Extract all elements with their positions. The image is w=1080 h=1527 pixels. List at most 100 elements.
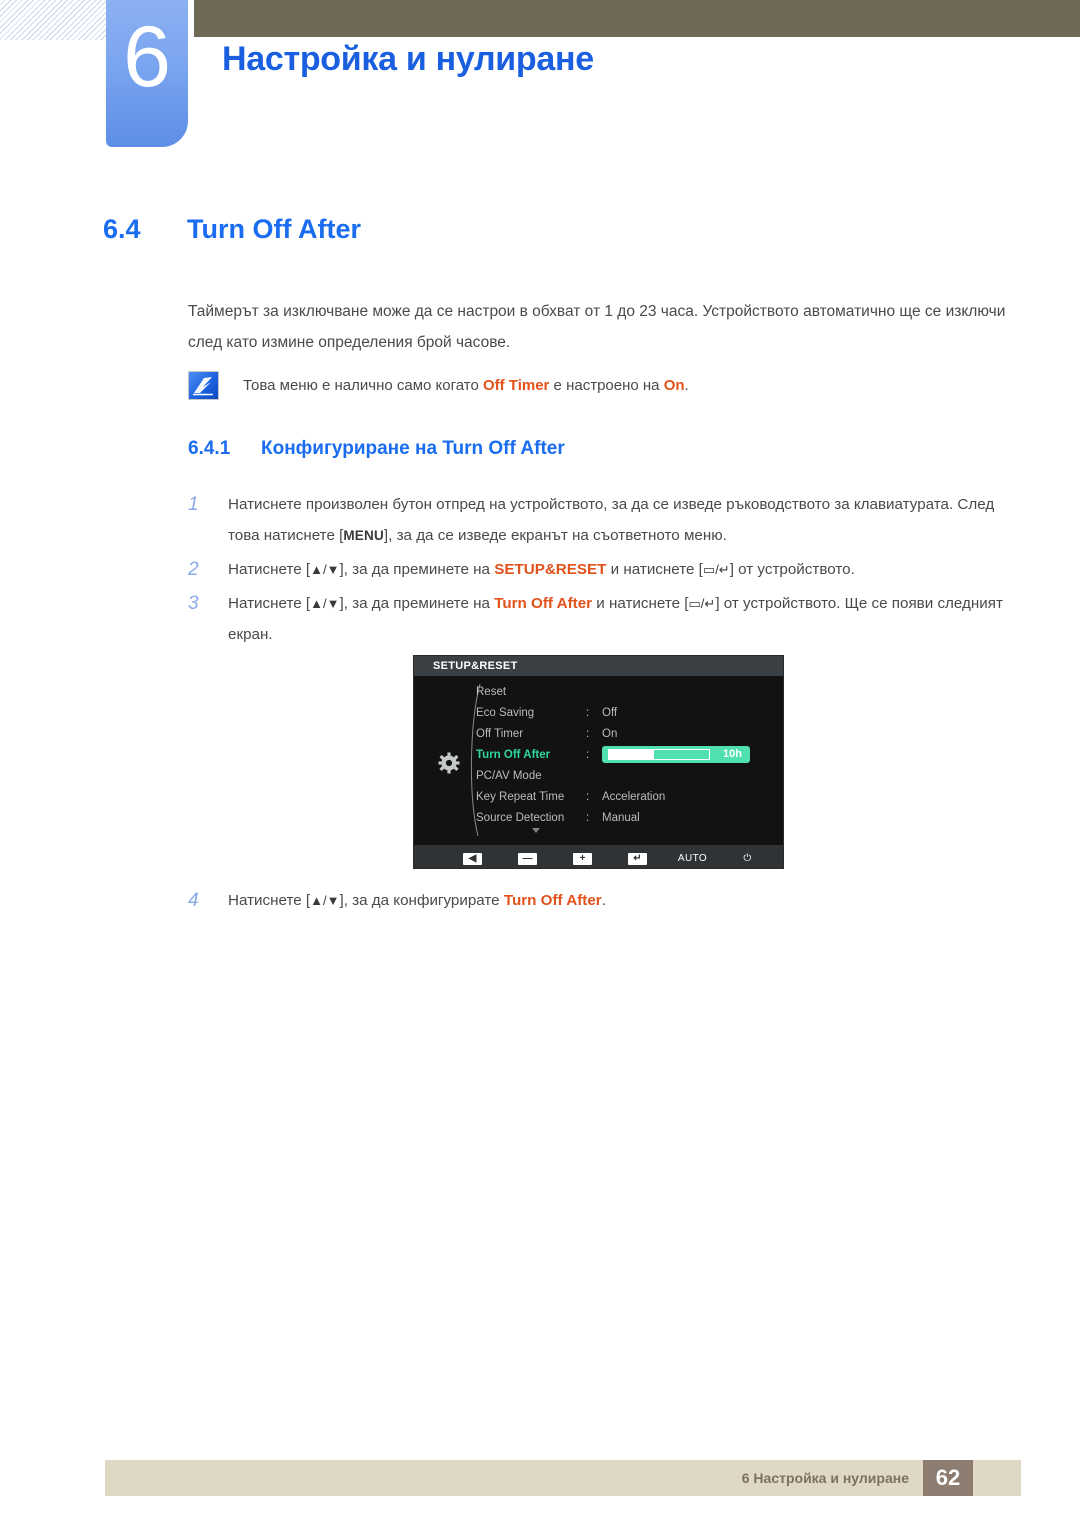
auto-button[interactable]: AUTO (665, 848, 720, 866)
step-item: 3 Натиснете [▲/▼], за да преминете на Tu… (188, 588, 1008, 650)
updown-arrow-icon: ▲/▼ (310, 596, 340, 611)
osd-item-label: Reset (476, 686, 507, 698)
enter-button[interactable]: ↵ (610, 848, 665, 866)
note-highlight-on: On (663, 377, 685, 394)
highlight-term: SETUP&RESET (494, 561, 607, 578)
osd-title: SETUP&RESET (414, 656, 783, 676)
step-text-run: ] от устройството. (729, 561, 855, 578)
gear-icon (438, 752, 460, 774)
osd-scroll-down-caret[interactable] (532, 828, 540, 833)
step-text-run: ], за да се изведе екранът на съответнот… (383, 527, 727, 544)
osd-item-colon: : (586, 812, 590, 824)
updown-arrow-icon: ▲/▼ (310, 562, 340, 577)
intro-paragraph: Таймерът за изключване може да се настро… (188, 303, 1006, 351)
osd-item-colon: : (586, 707, 590, 719)
note-prefix: Това меню е налично само когато (243, 377, 483, 394)
osd-item-value: Off (602, 707, 618, 719)
menu-key-label: MENU (343, 528, 384, 543)
step-marker: 1 (188, 494, 199, 515)
minus-button[interactable]: — (500, 848, 555, 866)
chapter-title: Настройка и нулиране (222, 40, 594, 78)
osd-item-label: PC/AV Mode (476, 770, 542, 782)
section-number: 6.4 (103, 214, 141, 244)
osd-item-label: Turn Off After (476, 749, 551, 761)
highlight-term: Turn Off After (494, 595, 593, 612)
osd-item-colon: : (586, 749, 590, 761)
auto-icon: AUTO (677, 852, 708, 864)
page-footer: 6 Настройка и нулиране 62 (105, 1460, 1021, 1496)
osd-menu-item[interactable]: Reset (476, 682, 776, 703)
plus-button[interactable]: + (555, 848, 610, 866)
power-button[interactable]: ⏻ (720, 848, 775, 866)
osd-menu-item[interactable]: Key Repeat Time: Acceleration (476, 787, 776, 808)
subsection-heading: 6.4.1 Конфигуриране на Turn Off After (188, 438, 565, 460)
step-text: Натиснете произволен бутон отпред на уст… (228, 496, 994, 544)
step-text-run: Натиснете [ (228, 595, 311, 612)
osd-item-colon: : (586, 791, 590, 803)
osd-item-label: Source Detection (476, 812, 565, 824)
step-text: Натиснете [▲/▼], за да преминете на SETU… (228, 561, 855, 578)
osd-item-label: Off Timer (476, 728, 524, 740)
step-item: 4 Натиснете [▲/▼], за да конфигурирате T… (188, 885, 1008, 916)
plus-icon: + (573, 852, 592, 865)
enter-key-icon: ▭/↵ (688, 596, 716, 611)
step-marker: 4 (188, 890, 199, 911)
step-text-run: ], за да конфигурирате (339, 892, 504, 909)
chapter-olive-bar (194, 0, 1080, 37)
step-marker: 2 (188, 559, 199, 580)
left-arrow-button[interactable]: ◀ (445, 848, 500, 866)
note-highlight-off-timer: Off Timer (482, 377, 550, 394)
osd-button-bar: ◀ — + ↵ AUTO ⏻ (414, 845, 783, 868)
step-text-run: и натиснете [ (592, 595, 689, 612)
slider-track (608, 749, 710, 761)
subsection-title: Конфигуриране на Turn Off After (261, 438, 565, 459)
step-item: 2 Натиснете [▲/▼], за да преминете на SE… (188, 554, 1008, 585)
step-item: 1 Натиснете произволен бутон отпред на у… (188, 489, 1008, 551)
footer-page-number: 62 (923, 1460, 973, 1496)
step-text: Натиснете [▲/▼], за да конфигурирате Tur… (228, 892, 606, 909)
osd-item-value: Manual (602, 812, 640, 824)
note-pen-icon (188, 371, 219, 400)
osd-menu-item[interactable]: PC/AV Mode (476, 766, 776, 787)
hatch-decoration (0, 0, 106, 40)
osd-menu-item[interactable]: Turn Off After: 10h (476, 745, 776, 766)
minus-icon: — (518, 852, 537, 865)
step-text-run: . (601, 892, 606, 909)
note-text: Това меню е налично само когато Off Time… (243, 371, 689, 400)
chapter-number-tab: 6 (106, 0, 188, 147)
osd-menu-item[interactable]: Source Detection: Manual (476, 808, 776, 829)
chapter-number: 6 (123, 9, 171, 105)
osd-item-label: Eco Saving (476, 707, 535, 719)
step-marker: 3 (188, 593, 199, 614)
section-heading: 6.4 Turn Off After (103, 214, 361, 245)
step-text-run: Натиснете [ (228, 892, 311, 909)
slider-fill (609, 750, 654, 760)
note-suffix: . (684, 377, 689, 394)
osd-item-value: On (602, 728, 618, 740)
section-title: Turn Off After (187, 214, 361, 244)
step-text-run: ], за да преминете на (339, 561, 495, 578)
step-text-run: ], за да преминете на (339, 595, 495, 612)
osd-menu-item[interactable]: Eco Saving: Off (476, 703, 776, 724)
osd-item-colon: : (586, 728, 590, 740)
subsection-number: 6.4.1 (188, 438, 231, 459)
enter-icon: ↵ (628, 852, 647, 865)
osd-menu-list: Reset Eco Saving: Off Off Timer: On Turn Off … (476, 682, 776, 829)
step-text-run: Натиснете [ (228, 561, 311, 578)
power-icon: ⏻ (743, 852, 752, 864)
enter-key-icon: ▭/↵ (702, 562, 730, 577)
osd-screenshot: SETUP&RESET Reset Eco Saving: Off Off T… (413, 655, 784, 869)
osd-menu-item[interactable]: Off Timer: On (476, 724, 776, 745)
step-text-run: и натиснете [ (606, 561, 703, 578)
osd-item-label: Key Repeat Time (476, 791, 565, 803)
note-row: Това меню е налично само когато Off Time… (188, 371, 689, 400)
osd-body: Reset Eco Saving: Off Off Timer: On Turn Off … (414, 676, 783, 846)
osd-item-value: Acceleration (602, 791, 666, 803)
footer-chapter-label: 6 Настройка и нулиране (741, 1470, 909, 1486)
highlight-term: Turn Off After (503, 892, 602, 909)
note-middle: е настроено на (549, 377, 664, 394)
step-text: Натиснете [▲/▼], за да преминете на Turn… (228, 595, 1003, 643)
turn-off-after-slider[interactable]: 10h (602, 746, 750, 764)
updown-arrow-icon: ▲/▼ (310, 893, 340, 908)
left-arrow-icon: ◀ (463, 852, 482, 865)
